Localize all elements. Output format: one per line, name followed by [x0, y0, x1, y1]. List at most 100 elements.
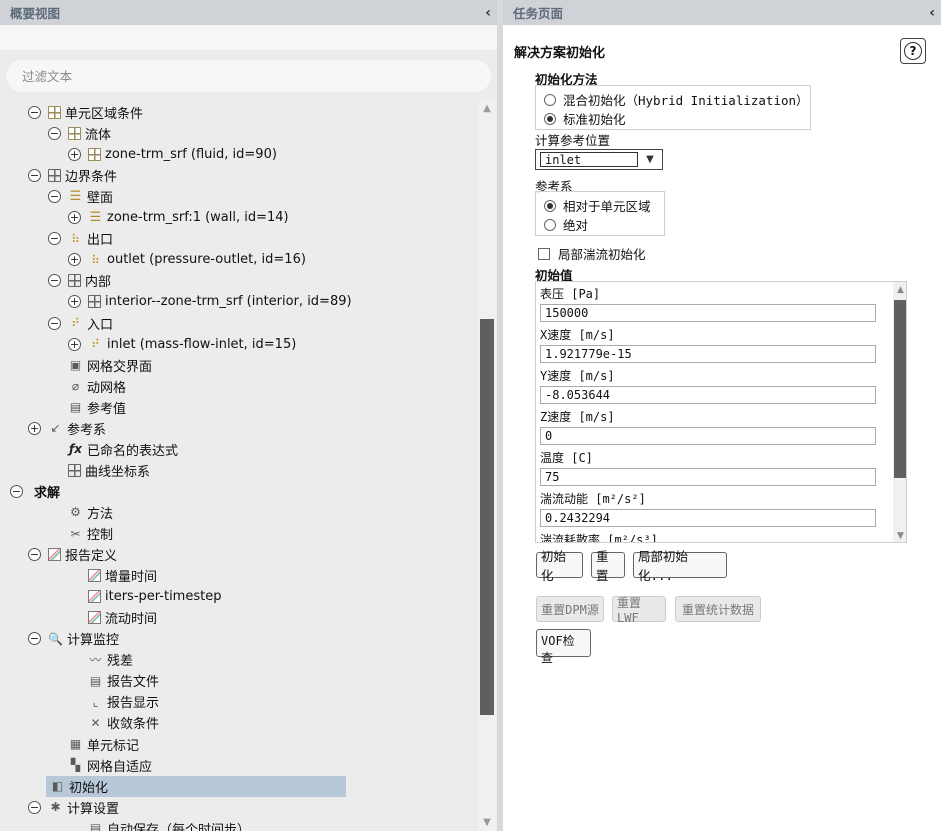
radio-dot[interactable]	[544, 93, 556, 106]
radio-dot[interactable]	[544, 218, 556, 231]
tree-item[interactable]: ▣ 网格交界面	[68, 355, 152, 376]
expand-icon[interactable]: +	[68, 337, 81, 351]
field-input[interactable]: 150000	[540, 304, 876, 322]
field-input[interactable]: -8.053644	[540, 386, 876, 404]
scroll-down-icon[interactable]: ▼	[478, 815, 496, 831]
tree-item[interactable]: 增量时间	[88, 565, 157, 586]
field-input[interactable]: 75	[540, 468, 876, 486]
field-input[interactable]: 1.921779e-15	[540, 345, 876, 363]
tree-item[interactable]: − ⠞ 入口	[48, 313, 113, 334]
radio-label: 混合初始化（Hybrid Initialization）	[563, 93, 809, 108]
field-input[interactable]: 0.2432294	[540, 509, 876, 527]
tree-item[interactable]: ✂ 控制	[68, 523, 113, 544]
tree-item[interactable]: ⌞ 报告显示	[88, 691, 159, 712]
search-icon: 🔍	[48, 631, 63, 646]
reset-statistics-button[interactable]: 重置统计数据	[675, 596, 761, 622]
tree-item[interactable]: 〰残差	[88, 649, 133, 670]
collapse-icon[interactable]: −	[10, 484, 23, 498]
tree-item[interactable]: ƒx 已命名的表达式	[68, 439, 178, 460]
tree-item[interactable]: − ⠷ 出口	[48, 228, 113, 249]
reset-button[interactable]: 重置	[591, 549, 625, 583]
outline-view-header: 概要视图 ‹	[0, 0, 497, 25]
grid-icon	[88, 295, 101, 309]
tree-item-label: interior--zone-trm_srf (interior, id=89)	[105, 294, 352, 310]
radio-hybrid-init[interactable]: 混合初始化（Hybrid Initialization）	[544, 90, 809, 109]
expand-icon[interactable]: +	[68, 295, 81, 309]
expand-icon[interactable]: +	[28, 421, 41, 435]
tree-item[interactable]: ◧ 初始化	[46, 775, 346, 797]
tree-item[interactable]: 流动时间	[88, 607, 157, 628]
tree-item[interactable]: − 报告定义	[28, 544, 117, 565]
scroll-up-icon[interactable]: ▲	[478, 101, 496, 117]
tree-item[interactable]: − 流体	[48, 123, 111, 144]
tree-item[interactable]: + interior--zone-trm_srf (interior, id=89…	[68, 291, 352, 312]
grid-icon	[68, 127, 81, 141]
tree-item[interactable]: + ☰ zone-trm_srf:1 (wall, id=14)	[68, 207, 289, 228]
vof-check-button[interactable]: VOF检查	[536, 629, 591, 665]
scroll-thumb[interactable]	[894, 300, 906, 478]
tree-item[interactable]: − 🔍 计算监控	[28, 628, 119, 649]
collapse-icon[interactable]: ‹	[929, 5, 935, 21]
collapse-icon[interactable]: −	[48, 127, 61, 141]
collapse-icon[interactable]: −	[28, 548, 41, 562]
filter-text-input[interactable]	[6, 60, 491, 92]
reset-dpm-button[interactable]: 重置DPM源	[536, 596, 604, 622]
collapse-icon[interactable]: −	[48, 274, 61, 288]
tree-item[interactable]: ⌀ 动网格	[68, 376, 126, 397]
task-page-header: 任务页面 ‹	[503, 0, 941, 25]
collapse-icon[interactable]: ‹	[485, 5, 491, 21]
initialize-button[interactable]: 初始化	[536, 549, 583, 583]
tree-item[interactable]: + ⠷ outlet (pressure-outlet, id=16)	[68, 249, 306, 270]
collapse-icon[interactable]: −	[28, 800, 41, 814]
expand-icon[interactable]: +	[68, 253, 81, 267]
chevron-down-icon[interactable]: ▼	[638, 150, 662, 169]
tree-item[interactable]: − 内部	[48, 270, 111, 291]
tree-item[interactable]: ▤ 报告文件	[88, 670, 159, 691]
collapse-icon[interactable]: −	[48, 190, 61, 204]
tree-item[interactable]: ⚙ 方法	[68, 502, 113, 523]
scroll-up-icon[interactable]: ▲	[893, 282, 906, 298]
radio-absolute[interactable]: 绝对	[544, 215, 588, 234]
checkbox-box[interactable]	[538, 247, 550, 260]
local-turb-init-checkbox[interactable]: 局部湍流初始化	[538, 244, 646, 263]
tree-item[interactable]: ▚ 网格自适应	[68, 755, 152, 776]
radio-relative-to-cell-zone[interactable]: 相对于单元区域	[544, 196, 651, 215]
tree-item[interactable]: + zone-trm_srf (fluid, id=90)	[68, 144, 277, 165]
tree-item[interactable]: ▤ 自动保存（每个时间步）	[88, 818, 250, 831]
tree-item[interactable]: 曲线坐标系	[68, 460, 150, 481]
compute-from-select[interactable]: inlet ▼	[535, 149, 663, 170]
tree-item[interactable]: − ☰ 壁面	[48, 186, 113, 207]
tree-item[interactable]: + ⠞ inlet (mass-flow-inlet, id=15)	[68, 334, 296, 355]
collapse-icon[interactable]: −	[48, 316, 61, 330]
tree-item[interactable]: ✕ 收敛条件	[88, 712, 159, 733]
tree-item[interactable]: − 求解	[10, 481, 60, 502]
tree-item[interactable]: − ✱ 计算设置	[28, 797, 119, 818]
radio-dot[interactable]	[544, 199, 556, 212]
tree-item[interactable]: iters-per-timestep	[88, 586, 221, 607]
tree-item[interactable]: − 单元区域条件	[28, 102, 143, 123]
expand-icon[interactable]: +	[68, 148, 81, 162]
collapse-icon[interactable]: −	[28, 632, 41, 646]
field-input[interactable]: 0	[540, 427, 876, 445]
radio-dot[interactable]	[544, 112, 556, 125]
compute-from-value[interactable]: inlet	[540, 152, 638, 167]
page-title: 解决方案初始化	[514, 46, 606, 61]
values-scrollbar[interactable]: ▲ ▼	[893, 282, 906, 542]
tree-item[interactable]: ▦ 单元标记	[68, 734, 139, 755]
grid-icon	[88, 148, 101, 162]
tree-item[interactable]: − 边界条件	[28, 165, 117, 186]
tree-scrollbar[interactable]: ▲ ▼	[478, 101, 496, 831]
scroll-thumb[interactable]	[480, 319, 494, 715]
scroll-down-icon[interactable]: ▼	[893, 528, 906, 542]
reset-lwf-button[interactable]: 重置LWF	[612, 596, 666, 625]
radio-standard-init[interactable]: 标准初始化	[544, 109, 626, 128]
tree-item[interactable]: + ↙ 参考系	[28, 418, 106, 439]
tree-item-label: 报告文件	[107, 675, 160, 691]
collapse-icon[interactable]: −	[28, 169, 41, 183]
local-initialize-button[interactable]: 局部初始化...	[633, 549, 727, 583]
expand-icon[interactable]: +	[68, 211, 81, 225]
collapse-icon[interactable]: −	[48, 232, 61, 246]
help-button[interactable]: ?	[900, 38, 926, 64]
collapse-icon[interactable]: −	[28, 106, 41, 119]
tree-item[interactable]: ▤ 参考值	[68, 397, 126, 418]
